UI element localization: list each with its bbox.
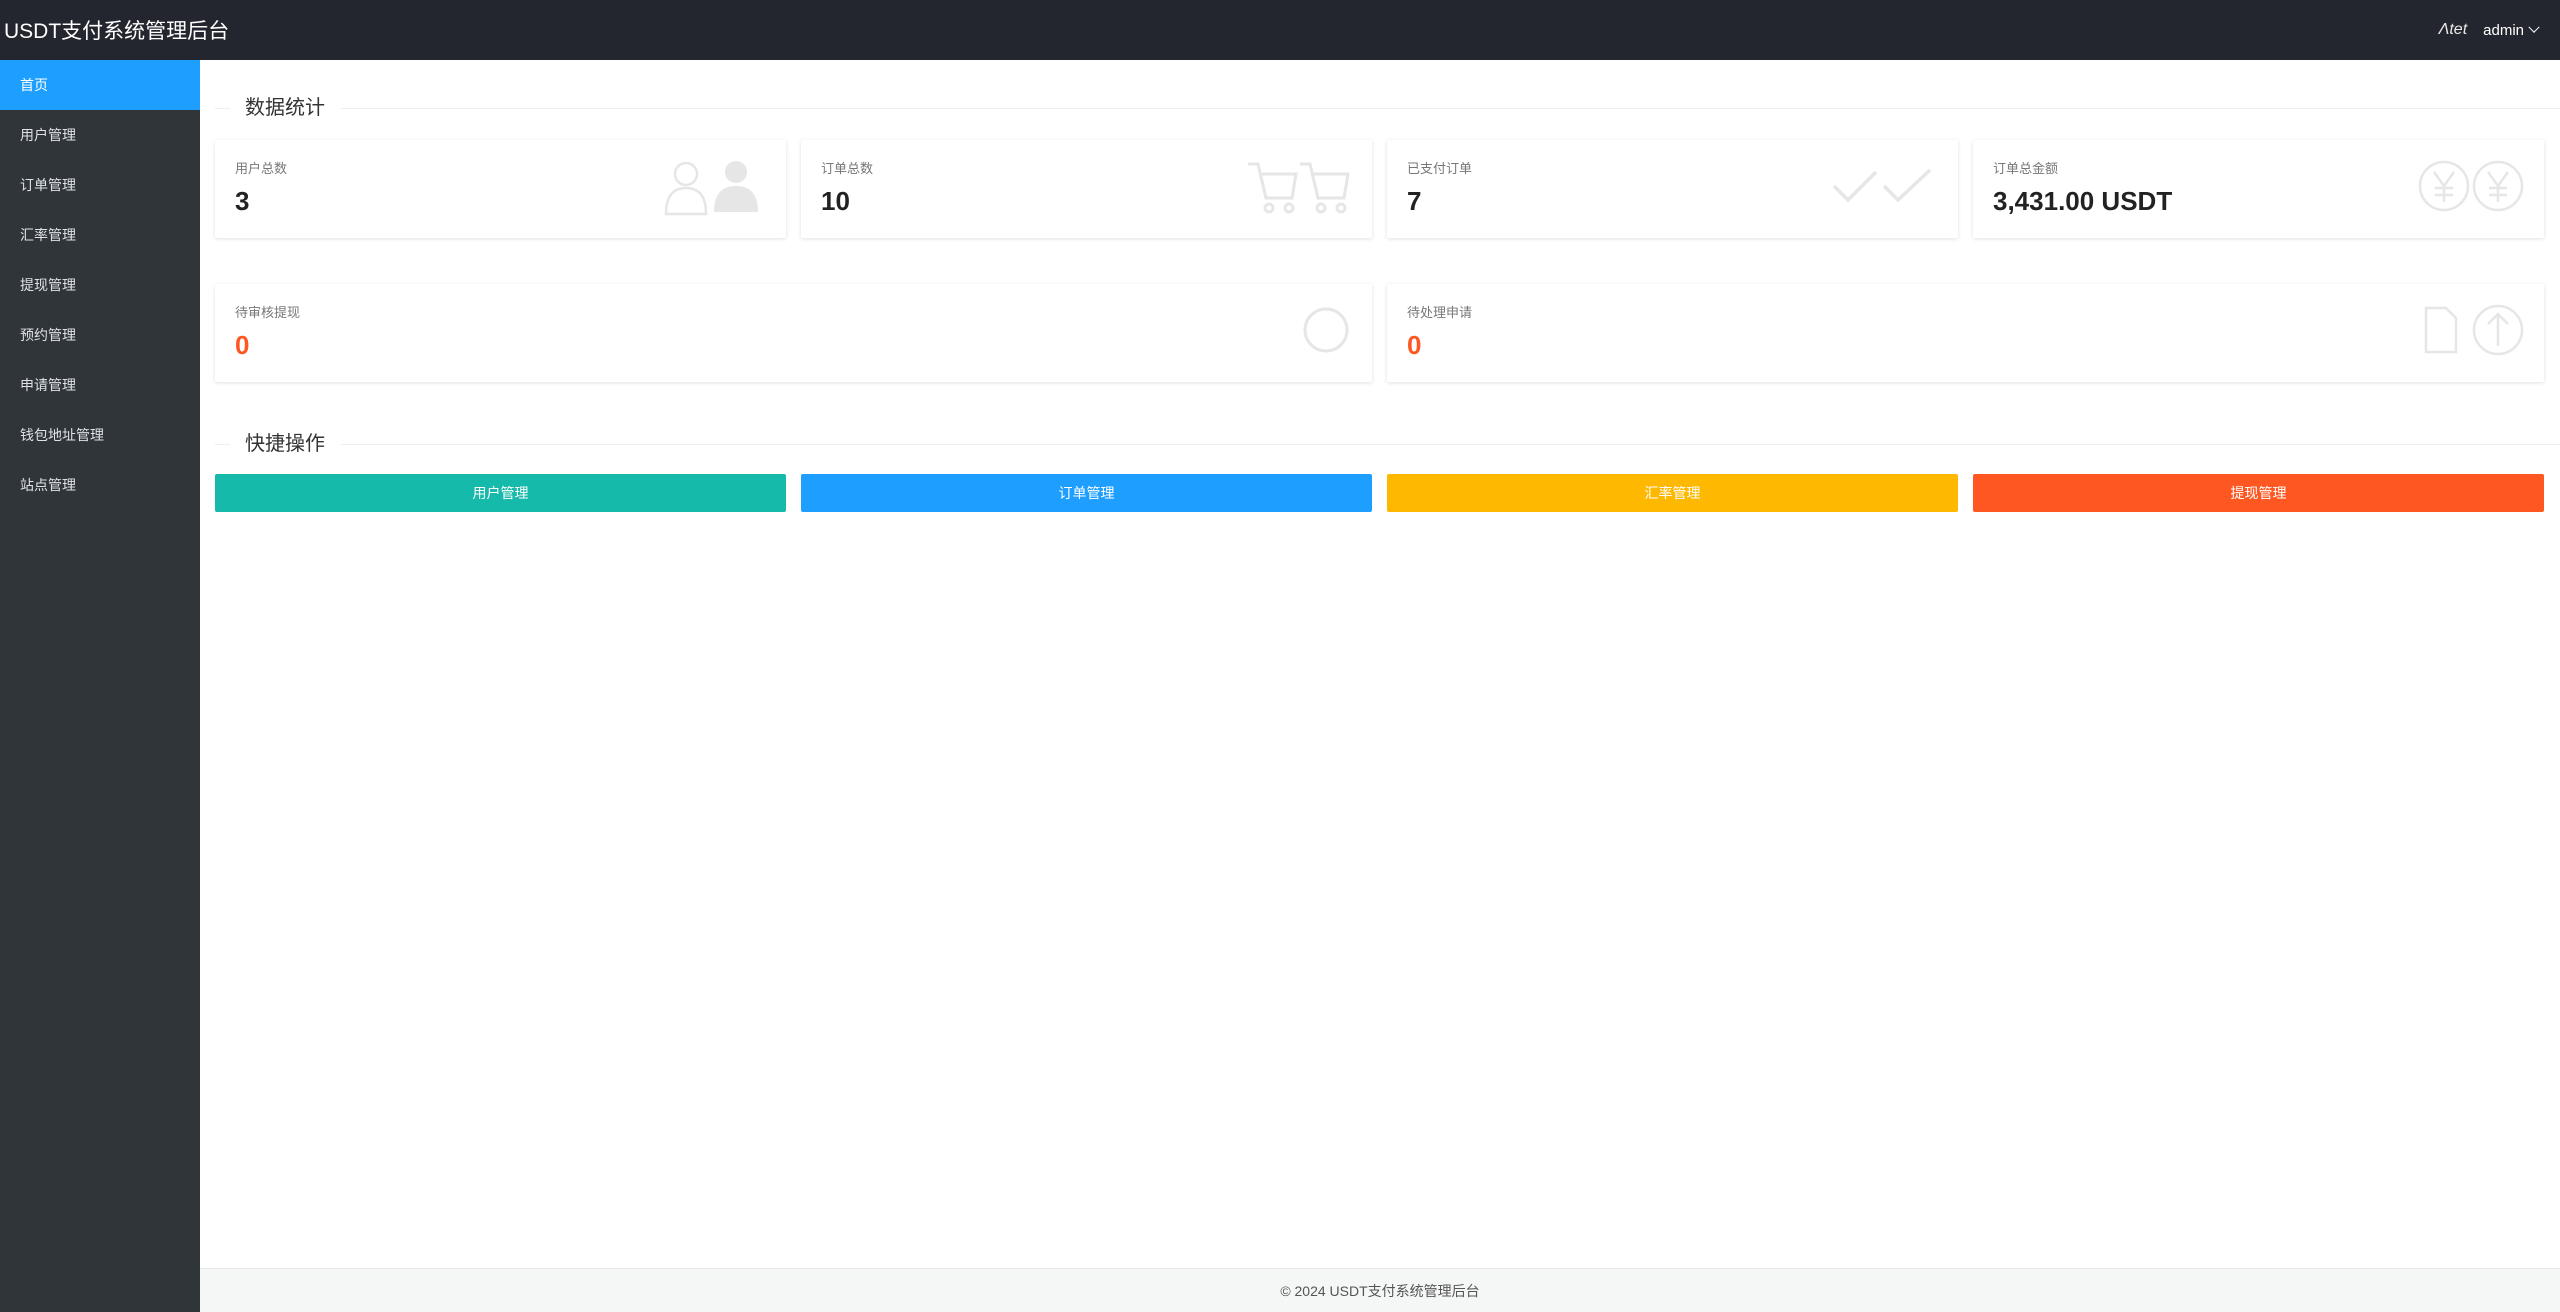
user-menu[interactable]: admin [2483, 21, 2540, 39]
stat-label: 订单总金额 [1993, 161, 2059, 176]
stat-value: 0 [1407, 330, 1422, 360]
stat-card-amount: 订单总金额 3,431.00 USDT [1973, 140, 2544, 238]
sidebar-item-rates[interactable]: 汇率管理 [0, 210, 200, 260]
stats-title: 数据统计 [230, 96, 341, 120]
sidebar-item-site[interactable]: 站点管理 [0, 460, 200, 510]
sidebar-item-users[interactable]: 用户管理 [0, 110, 200, 160]
top-header: USDT支付系统管理后台 Λtet admin [0, 0, 2560, 60]
stat-label: 待审核提现 [235, 305, 301, 320]
sidebar-item-home[interactable]: 首页 [0, 60, 200, 110]
yen-icon [2418, 160, 2524, 212]
sidebar: 首页 用户管理 订单管理 汇率管理 提现管理 预约管理 申请管理 钱包地址管理 … [0, 60, 200, 1312]
quick-title: 快捷操作 [230, 432, 341, 456]
users-icon [664, 161, 758, 216]
footer: © 2024 USDT支付系统管理后台 [200, 1268, 2560, 1312]
stat-card-paid: 已支付订单 7 [1387, 140, 1958, 238]
username: admin [2483, 21, 2524, 39]
stat-card-users: 用户总数 3 [215, 140, 786, 238]
theme-icon[interactable]: Λtet [2439, 21, 2467, 39]
stat-card-orders: 订单总数 10 [801, 140, 1372, 238]
quick-rates-button[interactable]: 汇率管理 [1387, 474, 1958, 512]
stat-value: 10 [821, 186, 850, 216]
stat-value: 3,431.00 USDT [1993, 186, 2173, 216]
quick-section-title: 快捷操作 [200, 432, 2560, 456]
app-title: USDT支付系统管理后台 [4, 20, 230, 43]
cart-icon [1248, 162, 1350, 214]
footer-text: © 2024 USDT支付系统管理后台 [1280, 1283, 1480, 1299]
stat-value: 7 [1407, 186, 1422, 216]
upload-icon [2424, 304, 2524, 356]
stat-label: 用户总数 [235, 161, 288, 176]
stat-label: 已支付订单 [1407, 161, 1473, 176]
header-right: Λtet admin [2439, 21, 2560, 39]
sidebar-item-applications[interactable]: 申请管理 [0, 360, 200, 410]
sidebar-item-orders[interactable]: 订单管理 [0, 160, 200, 210]
quick-orders-button[interactable]: 订单管理 [801, 474, 1372, 512]
stat-label: 订单总数 [821, 161, 874, 176]
stats-section-title: 数据统计 [200, 96, 2560, 120]
stat-label: 待处理申请 [1407, 305, 1473, 320]
stat-card-pending-withdraw: 待审核提现 0 [215, 284, 1372, 382]
check-icon [1832, 168, 1932, 203]
quick-withdraw-button[interactable]: 提现管理 [1973, 474, 2544, 512]
stat-value: 0 [235, 330, 250, 360]
sidebar-item-withdrawals[interactable]: 提现管理 [0, 260, 200, 310]
stat-card-pending-apply: 待处理申请 0 [1387, 284, 2544, 382]
quick-users-button[interactable]: 用户管理 [215, 474, 786, 512]
circle-icon [1303, 307, 1349, 353]
chevron-down-icon [2528, 21, 2540, 33]
sidebar-item-wallets[interactable]: 钱包地址管理 [0, 410, 200, 460]
main-content: 数据统计 用户总数 3 订单总数 10 已支付订单 7 订单总金额 3,431.… [200, 60, 2560, 1268]
stat-value: 3 [235, 186, 250, 216]
sidebar-item-reservations[interactable]: 预约管理 [0, 310, 200, 360]
